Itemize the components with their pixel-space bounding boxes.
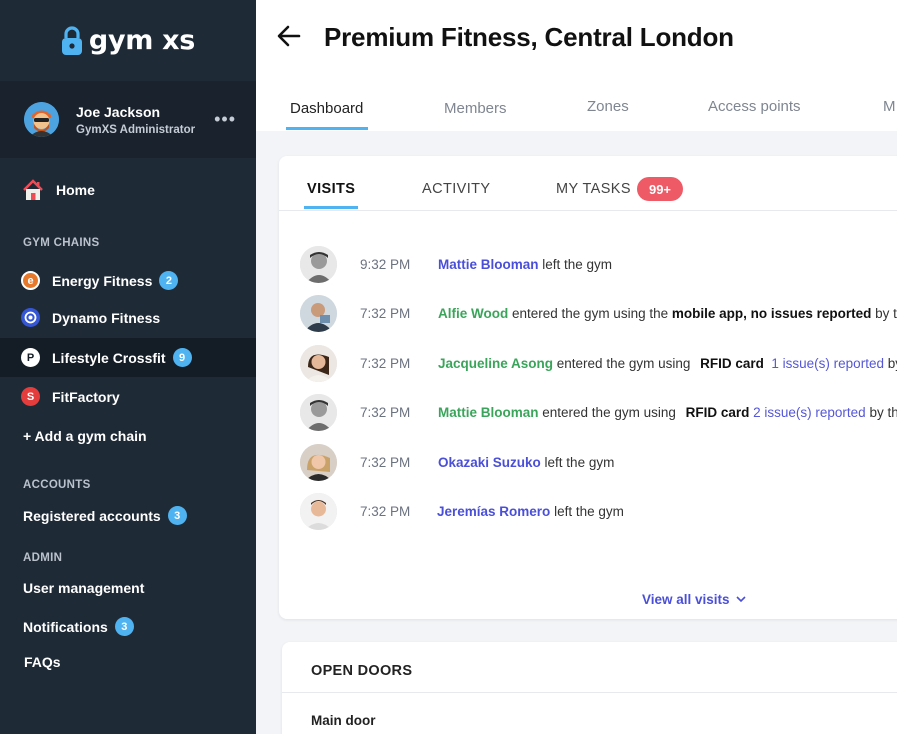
sidebar-item-label: Notifications	[23, 618, 108, 635]
section-label-admin: ADMIN	[23, 552, 63, 564]
tab-dashboard[interactable]: Dashboard	[290, 100, 363, 117]
open-doors-card: OPEN DOORS Main door	[282, 642, 897, 734]
main-content: Premium Fitness, Central London Dashboar…	[256, 0, 897, 734]
tab-my-tasks[interactable]: MY TASKS	[556, 181, 631, 197]
visit-time: 7:32 PM	[360, 355, 411, 371]
member-name-link[interactable]: Alfie Wood	[438, 306, 508, 321]
sidebar-item-registered-accounts[interactable]: Registered accounts 3	[23, 506, 187, 525]
active-tab-indicator	[304, 206, 358, 209]
issues-link[interactable]: 2 issue(s) reported	[753, 405, 866, 420]
sidebar-item-lifestyle-crossfit[interactable]: P Lifestyle Crossfit 9	[0, 338, 256, 377]
visit-time: 9:32 PM	[360, 256, 411, 272]
profile-name: Joe Jackson	[76, 103, 161, 120]
add-gym-chain-link[interactable]: + Add a gym chain	[23, 428, 147, 444]
energy-fitness-logo-icon: e	[21, 271, 40, 290]
page-header: Premium Fitness, Central London Dashboar…	[256, 0, 897, 131]
sidebar-item-energy-fitness[interactable]: e Energy Fitness 2	[0, 261, 256, 300]
visit-description: Okazaki Suzuko left the gym	[438, 454, 615, 470]
chevron-down-icon	[735, 596, 746, 603]
sidebar-item-label: Home	[56, 182, 95, 198]
tasks-count-badge: 99+	[637, 177, 683, 201]
visit-description: Jacqueline Asong entered the gym using R…	[438, 355, 897, 371]
sidebar-item-label: Dynamo Fitness	[52, 309, 161, 326]
visit-description: Alfie Wood entered the gym using the mob…	[438, 305, 897, 321]
more-options-icon[interactable]: •••	[214, 109, 236, 130]
visit-row[interactable]: 9:32 PM Mattie Blooman left the gym	[279, 244, 897, 284]
tab-overflow[interactable]: M	[883, 98, 896, 115]
dynamo-fitness-logo-icon	[21, 308, 40, 327]
visit-time: 7:32 PM	[360, 454, 411, 470]
sidebar-item-notifications[interactable]: Notifications 3	[23, 617, 134, 636]
member-name-link[interactable]: Okazaki Suzuko	[438, 455, 541, 470]
section-label-gym-chains: GYM CHAINS	[23, 237, 100, 249]
issues-link[interactable]: 1 issue(s) reported	[771, 356, 884, 371]
page-title: Premium Fitness, Central London	[324, 22, 734, 52]
sidebar-item-faqs[interactable]: FAQs	[24, 654, 61, 670]
tab-zones[interactable]: Zones	[587, 98, 629, 115]
visit-row[interactable]: 7:32 PM Mattie Blooman entered the gym u…	[279, 392, 897, 432]
visit-row[interactable]: 7:32 PM Jacqueline Asong entered the gym…	[279, 343, 897, 383]
sidebar-item-dynamo-fitness[interactable]: Dynamo Fitness	[0, 298, 256, 337]
home-icon	[23, 179, 43, 200]
fitfactory-logo-icon: S	[21, 387, 40, 406]
visit-description: Mattie Blooman left the gym	[438, 256, 613, 272]
visit-description: Mattie Blooman entered the gym using RFI…	[438, 404, 897, 420]
avatar[interactable]	[24, 102, 59, 137]
section-label-accounts: ACCOUNTS	[23, 479, 91, 491]
member-name-link[interactable]: Jacqueline Asong	[438, 356, 553, 371]
member-name-link[interactable]: Mattie Blooman	[438, 257, 539, 272]
view-all-visits-link[interactable]: View all visits	[642, 592, 746, 607]
tab-visits[interactable]: VISITS	[307, 181, 355, 197]
visit-row[interactable]: 7:32 PM Okazaki Suzuko left the gym	[279, 442, 897, 482]
tab-bar: Dashboard Members Zones Access points M	[256, 95, 897, 131]
visits-tab-bar: VISITS ACTIVITY MY TASKS 99+	[279, 156, 897, 211]
tab-activity[interactable]: ACTIVITY	[422, 181, 490, 197]
profile-role: GymXS Administrator	[76, 123, 196, 136]
member-name-link[interactable]: Jeremías Romero	[437, 504, 550, 519]
sidebar-item-user-management[interactable]: User management	[23, 580, 144, 596]
count-badge: 2	[159, 271, 179, 290]
member-avatar	[300, 443, 337, 481]
sidebar-item-label: Registered accounts	[23, 507, 161, 524]
divider	[282, 692, 897, 693]
sidebar-item-label: FitFactory	[52, 388, 120, 405]
logo-text: gym xs	[88, 25, 196, 56]
open-doors-title: OPEN DOORS	[311, 663, 413, 679]
sidebar: gym xs Joe Jackson GymXS Administrator •…	[0, 0, 256, 734]
visit-time: 7:32 PM	[360, 305, 411, 321]
sidebar-item-fitfactory[interactable]: S FitFactory	[0, 377, 256, 416]
member-avatar	[300, 294, 337, 332]
member-avatar	[300, 492, 337, 530]
sidebar-item-label: Lifestyle Crossfit	[52, 349, 166, 366]
member-avatar	[300, 344, 337, 382]
profile-panel: Joe Jackson GymXS Administrator •••	[0, 81, 256, 158]
count-badge: 3	[114, 617, 134, 636]
door-item[interactable]: Main door	[311, 713, 376, 728]
visits-card: VISITS ACTIVITY MY TASKS 99+ 9:32 PM Mat…	[279, 156, 897, 619]
member-avatar	[300, 393, 337, 431]
logo[interactable]: gym xs	[0, 0, 256, 81]
visit-row[interactable]: 7:32 PM Alfie Wood entered the gym using…	[279, 293, 897, 333]
lifestyle-crossfit-logo-icon: P	[21, 348, 40, 367]
visit-description: Jeremías Romero left the gym	[437, 503, 624, 519]
visit-time: 7:32 PM	[360, 503, 411, 519]
back-arrow-icon[interactable]	[275, 22, 303, 50]
tab-members[interactable]: Members	[444, 100, 507, 117]
lock-logo-icon	[61, 25, 82, 55]
member-avatar	[300, 245, 337, 283]
active-tab-indicator	[286, 127, 368, 130]
tab-access-points[interactable]: Access points	[708, 98, 801, 115]
count-badge: 3	[167, 506, 187, 525]
sidebar-item-home[interactable]: Home	[22, 179, 95, 201]
visit-time: 7:32 PM	[360, 404, 411, 420]
count-badge: 9	[172, 348, 192, 367]
sidebar-item-label: Energy Fitness	[52, 272, 153, 289]
member-name-link[interactable]: Mattie Blooman	[438, 405, 539, 420]
visit-row[interactable]: 7:32 PM Jeremías Romero left the gym	[279, 491, 897, 531]
